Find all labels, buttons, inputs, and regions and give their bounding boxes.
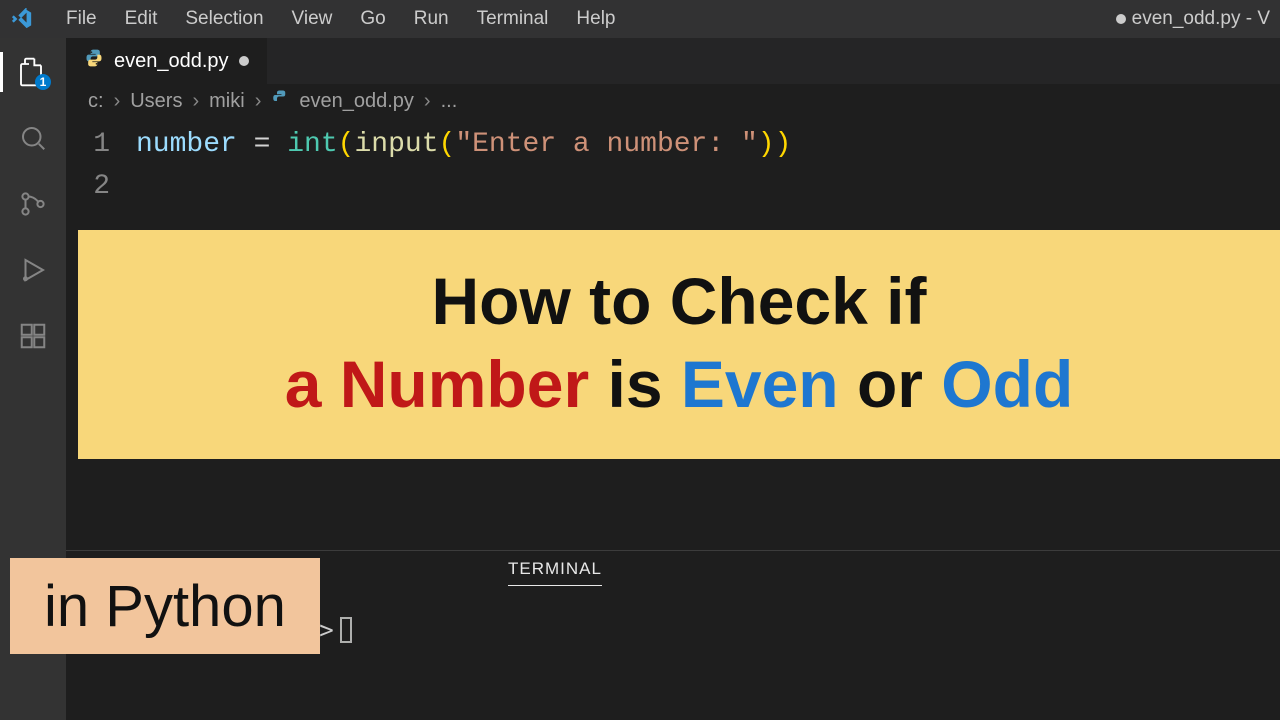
tab-unsaved-dot-icon [239, 56, 249, 66]
line-number: 1 [66, 124, 136, 166]
line-number: 2 [66, 166, 136, 208]
source-control-icon[interactable] [13, 184, 53, 224]
tab-filename: even_odd.py [114, 50, 229, 73]
crumb-drive[interactable]: c: [88, 90, 104, 113]
vscode-logo-icon [10, 7, 34, 31]
code-text[interactable]: number = int(input("Enter a number: ")) [136, 124, 791, 166]
tab-bar: even_odd.py [66, 38, 1280, 84]
overlay-subtitle-text: in Python [44, 573, 286, 640]
search-icon[interactable] [13, 118, 53, 158]
crumb-file[interactable]: even_odd.py [299, 90, 414, 113]
unsaved-dot-icon [1116, 14, 1126, 24]
editor-tab[interactable]: even_odd.py [66, 38, 268, 84]
chevron-right-icon: › [255, 90, 262, 113]
menu-selection[interactable]: Selection [171, 8, 277, 30]
python-file-icon [271, 89, 289, 113]
code-line-1[interactable]: 1 number = int(input("Enter a number: ")… [66, 124, 1280, 166]
menu-go[interactable]: Go [346, 8, 399, 30]
python-file-icon [84, 48, 104, 74]
chevron-right-icon: › [424, 90, 431, 113]
menu-view[interactable]: View [278, 8, 347, 30]
menu-help[interactable]: Help [562, 8, 629, 30]
overlay-title-line1: How to Check if [118, 260, 1240, 343]
menu-terminal[interactable]: Terminal [463, 8, 563, 30]
breadcrumb[interactable]: c: › Users › miki › even_odd.py › ... [66, 84, 1280, 118]
extensions-icon[interactable] [13, 316, 53, 356]
code-line-2[interactable]: 2 [66, 166, 1280, 208]
run-debug-icon[interactable] [13, 250, 53, 290]
overlay-title-banner: How to Check if a Number is Even or Odd [78, 230, 1280, 459]
explorer-badge: 1 [35, 74, 51, 90]
menu-file[interactable]: File [52, 8, 111, 30]
terminal-cursor-icon [340, 617, 352, 643]
crumb-more[interactable]: ... [441, 90, 458, 113]
explorer-icon[interactable]: 1 [13, 52, 53, 92]
chevron-right-icon: › [114, 90, 121, 113]
panel-tab-terminal[interactable]: TERMINAL [508, 559, 602, 586]
crumb-users[interactable]: Users [130, 90, 182, 113]
code-editor[interactable]: 1 number = int(input("Enter a number: ")… [66, 118, 1280, 214]
titlebar: File Edit Selection View Go Run Terminal… [0, 0, 1280, 38]
chevron-right-icon: › [192, 90, 199, 113]
menu-run[interactable]: Run [400, 8, 463, 30]
menu-edit[interactable]: Edit [111, 8, 172, 30]
window-title-text: even_odd.py - V [1132, 8, 1270, 30]
overlay-title-line2: a Number is Even or Odd [118, 343, 1240, 426]
window-title: even_odd.py - V [1116, 8, 1270, 30]
crumb-user[interactable]: miki [209, 90, 245, 113]
overlay-subtitle-banner: in Python [10, 558, 320, 654]
